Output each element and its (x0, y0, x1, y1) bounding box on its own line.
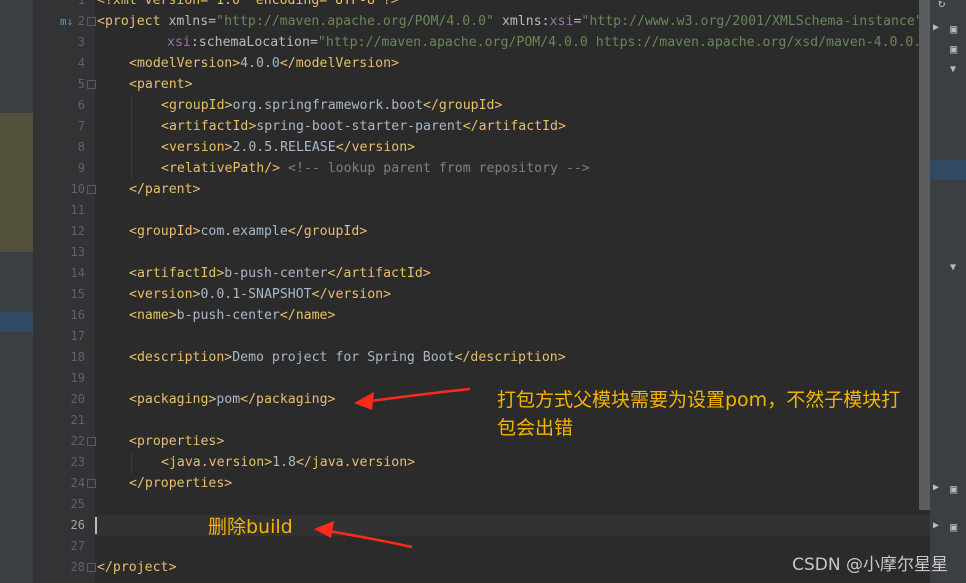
annotation-line: 包会出错 (497, 417, 574, 439)
annotation-arrows (314, 387, 471, 549)
annotation-line: 打包方式父模块需要为设置pom，不然子模块打 (497, 389, 901, 411)
build-annotation: 删除build (208, 516, 293, 538)
arrow-to-line-26 (321, 528, 413, 549)
packaging-annotation: 打包方式父模块需要为设置pom，不然子模块打 包会出错 (497, 386, 900, 442)
arrow-to-packaging (361, 387, 471, 404)
arrowhead-line-26 (314, 521, 334, 538)
arrowhead-packaging (354, 392, 374, 410)
watermark: CSDN @小摩尔星星 (792, 555, 948, 575)
